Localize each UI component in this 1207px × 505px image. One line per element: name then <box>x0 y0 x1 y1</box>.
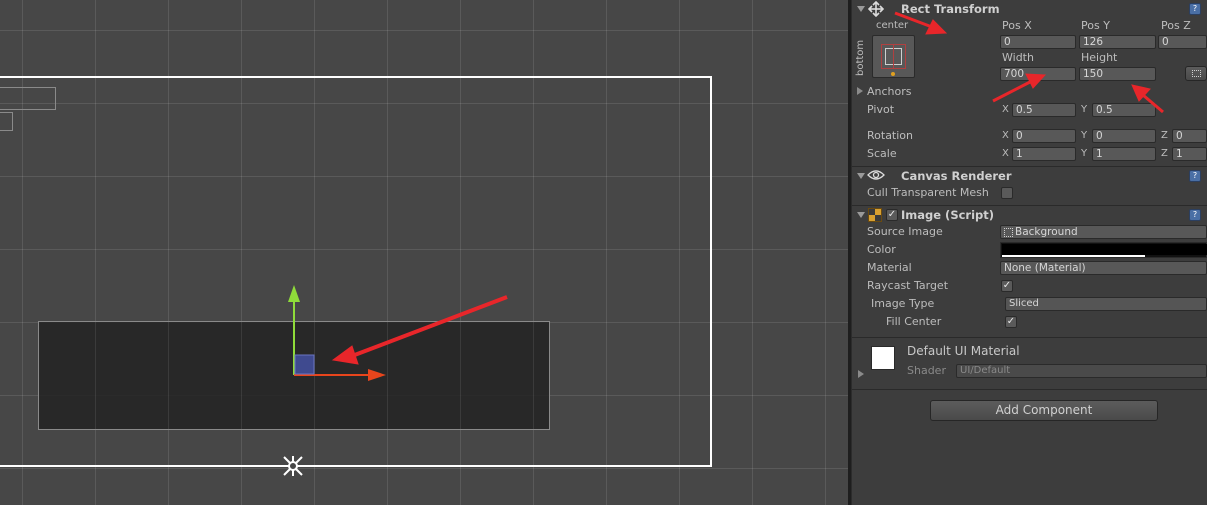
collapse-triangle-icon[interactable] <box>857 173 865 179</box>
rot-x-axis-label: X <box>1002 130 1009 141</box>
image-enabled-checkbox[interactable]: ✓ <box>886 209 898 221</box>
component-separator <box>852 205 1207 206</box>
expand-triangle-icon[interactable] <box>858 370 864 378</box>
rect-transform-title: Rect Transform <box>901 2 1000 16</box>
pos-y-label: Pos Y <box>1081 19 1110 32</box>
pivot-y-axis-label: Y <box>1081 104 1088 115</box>
image-component-icon <box>868 208 882 222</box>
raycast-target-label: Raycast Target <box>867 279 949 292</box>
rotation-z-field[interactable]: 0 <box>1172 129 1207 143</box>
shader-dropdown[interactable]: UI/Default <box>956 364 1207 378</box>
fill-center-label: Fill Center <box>886 315 942 328</box>
add-component-button[interactable]: Add Component <box>930 400 1158 421</box>
anchor-v-label: bottom <box>855 39 866 76</box>
width-label: Width <box>1002 51 1034 64</box>
material-preview-swatch <box>871 346 895 370</box>
material-label: Material <box>867 261 912 274</box>
pivot-label: Pivot <box>867 103 895 116</box>
rotation-label: Rotation <box>867 129 914 142</box>
height-label: Height <box>1081 51 1118 64</box>
material-name: Default UI Material <box>907 344 1020 358</box>
anchor-h-label: center <box>876 20 909 31</box>
collapse-triangle-icon[interactable] <box>857 212 865 218</box>
expand-triangle-icon[interactable] <box>857 87 863 95</box>
scale-x-field[interactable]: 1 <box>1012 147 1076 161</box>
blueprint-mode-button[interactable] <box>1185 66 1207 81</box>
component-separator <box>852 337 1207 338</box>
source-image-value: Background <box>1015 226 1078 238</box>
scale-z-axis-label: Z <box>1161 148 1168 159</box>
image-type-label: Image Type <box>871 297 935 310</box>
pivot-x-field[interactable]: 0.5 <box>1012 103 1076 117</box>
pos-z-label: Pos Z <box>1161 19 1191 32</box>
pos-y-field[interactable]: 126 <box>1079 35 1156 49</box>
raycast-target-checkbox[interactable]: ✓ <box>1001 280 1013 292</box>
help-book-icon[interactable]: ? <box>1189 209 1201 221</box>
scale-y-field[interactable]: 1 <box>1092 147 1156 161</box>
pos-x-field[interactable]: 0 <box>1000 35 1076 49</box>
move-arrows-icon <box>868 1 884 17</box>
height-field[interactable]: 150 <box>1079 67 1156 81</box>
rotation-y-field[interactable]: 0 <box>1092 129 1156 143</box>
rot-y-axis-label: Y <box>1081 130 1088 141</box>
pivot-star-icon[interactable] <box>0 0 848 505</box>
cull-transparent-mesh-label: Cull Transparent Mesh <box>867 186 989 199</box>
pos-z-field[interactable]: 0 <box>1158 35 1207 49</box>
cull-transparent-mesh-checkbox[interactable] <box>1001 187 1013 199</box>
scene-view[interactable] <box>0 0 848 505</box>
scale-x-axis-label: X <box>1002 148 1009 159</box>
color-label: Color <box>867 243 896 256</box>
scale-label: Scale <box>867 147 897 160</box>
rot-z-axis-label: Z <box>1161 130 1168 141</box>
inspector-panel: Rect Transform ? center bottom Pos X Pos… <box>852 0 1207 505</box>
scale-y-axis-label: Y <box>1081 148 1088 159</box>
anchors-foldout[interactable]: Anchors <box>867 85 912 98</box>
image-script-title: Image (Script) <box>901 208 995 222</box>
pos-x-label: Pos X <box>1002 19 1032 32</box>
component-separator <box>852 166 1207 167</box>
source-image-field[interactable]: Background <box>1000 225 1207 239</box>
component-separator <box>852 389 1207 390</box>
sprite-icon <box>1004 228 1013 237</box>
rotation-x-field[interactable]: 0 <box>1012 129 1076 143</box>
anchor-presets-button[interactable] <box>872 35 915 78</box>
color-field[interactable] <box>1000 242 1207 258</box>
shader-label: Shader <box>907 364 946 377</box>
alpha-bar <box>1002 255 1145 257</box>
canvas-renderer-title: Canvas Renderer <box>901 169 1012 183</box>
help-book-icon[interactable]: ? <box>1189 170 1201 182</box>
source-image-label: Source Image <box>867 225 943 238</box>
pivot-x-axis-label: X <box>1002 104 1009 115</box>
image-type-dropdown[interactable]: Sliced <box>1005 297 1207 311</box>
fill-center-checkbox[interactable]: ✓ <box>1005 316 1017 328</box>
material-field[interactable]: None (Material) <box>1000 261 1207 275</box>
eye-icon <box>867 170 885 180</box>
width-field[interactable]: 700 <box>1000 67 1076 81</box>
scale-z-field[interactable]: 1 <box>1172 147 1207 161</box>
pivot-y-field[interactable]: 0.5 <box>1092 103 1156 117</box>
help-book-icon[interactable]: ? <box>1189 3 1201 15</box>
collapse-triangle-icon[interactable] <box>857 6 865 12</box>
